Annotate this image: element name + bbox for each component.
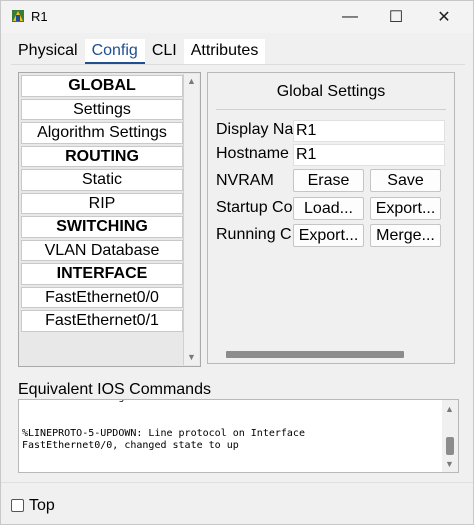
console-scroll-thumb[interactable] (446, 437, 454, 455)
tab-config[interactable]: Config (84, 39, 145, 65)
nav-item-fastethernet0-1[interactable]: FastEthernet0/1 (21, 310, 183, 332)
tab-cli[interactable]: CLI (144, 39, 184, 65)
tab-bar: Physical Config CLI Attributes (11, 39, 266, 65)
nav-item-fastethernet0-0[interactable]: FastEthernet0/0 (21, 286, 183, 308)
running-config-label: Running C (216, 226, 292, 243)
config-nav-panel: GLOBAL Settings Algorithm Settings ROUTI… (18, 72, 201, 367)
console-scroll-down-icon[interactable]: ▼ (445, 459, 454, 469)
nav-header-routing: ROUTING (21, 145, 183, 167)
startup-export-button[interactable]: Export... (370, 197, 441, 220)
settings-divider (216, 109, 446, 110)
hostname-field[interactable]: R1 (293, 144, 445, 166)
running-export-button[interactable]: Export... (293, 224, 364, 247)
nav-scrollbar[interactable]: ▲ ▼ (183, 74, 199, 365)
nav-item-rip[interactable]: RIP (21, 192, 183, 214)
app-icon (12, 10, 24, 22)
scroll-up-icon[interactable]: ▲ (187, 76, 196, 86)
hscroll-thumb[interactable] (226, 351, 404, 358)
tab-divider (11, 64, 465, 65)
footer-divider (1, 482, 473, 483)
equivalent-commands-label: Equivalent IOS Commands (18, 381, 211, 398)
console-text: Press RETURN to get started! %LINEPROTO-… (22, 400, 305, 451)
erase-button[interactable]: Erase (293, 169, 364, 192)
nav-header-global: GLOBAL (21, 75, 183, 97)
top-checkbox-label[interactable]: Top (29, 497, 55, 515)
config-nav-list: GLOBAL Settings Algorithm Settings ROUTI… (21, 75, 183, 334)
save-button[interactable]: Save (370, 169, 441, 192)
minimize-button[interactable]: — (327, 1, 373, 33)
nav-item-vlan-database[interactable]: VLAN Database (21, 239, 183, 261)
global-settings-panel: Global Settings Display Na R1 Hostname R… (207, 72, 455, 364)
maximize-icon: ☐ (388, 9, 404, 26)
ios-commands-console[interactable]: Press RETURN to get started! %LINEPROTO-… (18, 399, 459, 473)
nav-header-interface: INTERFACE (21, 263, 183, 285)
close-button[interactable]: ✕ (421, 1, 467, 33)
settings-title: Global Settings (276, 83, 386, 100)
nav-header-switching: SWITCHING (21, 216, 183, 238)
router-config-window: R1 — ☐ ✕ Physical Config CLI Attributes … (0, 0, 474, 525)
maximize-button[interactable]: ☐ (373, 1, 419, 33)
console-scrollbar[interactable]: ▲ ▼ (442, 400, 458, 472)
minimize-icon: — (342, 8, 358, 25)
tab-physical[interactable]: Physical (11, 39, 85, 65)
startup-load-button[interactable]: Load... (293, 197, 364, 220)
close-icon: ✕ (437, 9, 451, 26)
window-title: R1 (31, 9, 48, 24)
scroll-down-icon[interactable]: ▼ (187, 352, 196, 362)
nav-item-settings[interactable]: Settings (21, 98, 183, 120)
title-bar: R1 — ☐ ✕ (1, 1, 473, 33)
nvram-label: NVRAM (216, 172, 274, 189)
nav-item-algorithm-settings[interactable]: Algorithm Settings (21, 122, 183, 144)
tab-attributes[interactable]: Attributes (183, 39, 266, 65)
display-name-label: Display Na (216, 121, 294, 138)
hostname-label: Hostname (216, 145, 289, 162)
top-checkbox[interactable] (11, 499, 24, 512)
nav-item-static[interactable]: Static (21, 169, 183, 191)
display-name-field[interactable]: R1 (293, 120, 445, 142)
console-scroll-up-icon[interactable]: ▲ (445, 404, 454, 414)
running-merge-button[interactable]: Merge... (370, 224, 441, 247)
settings-hscrollbar[interactable] (216, 351, 448, 359)
startup-config-label: Startup Co (216, 199, 293, 216)
